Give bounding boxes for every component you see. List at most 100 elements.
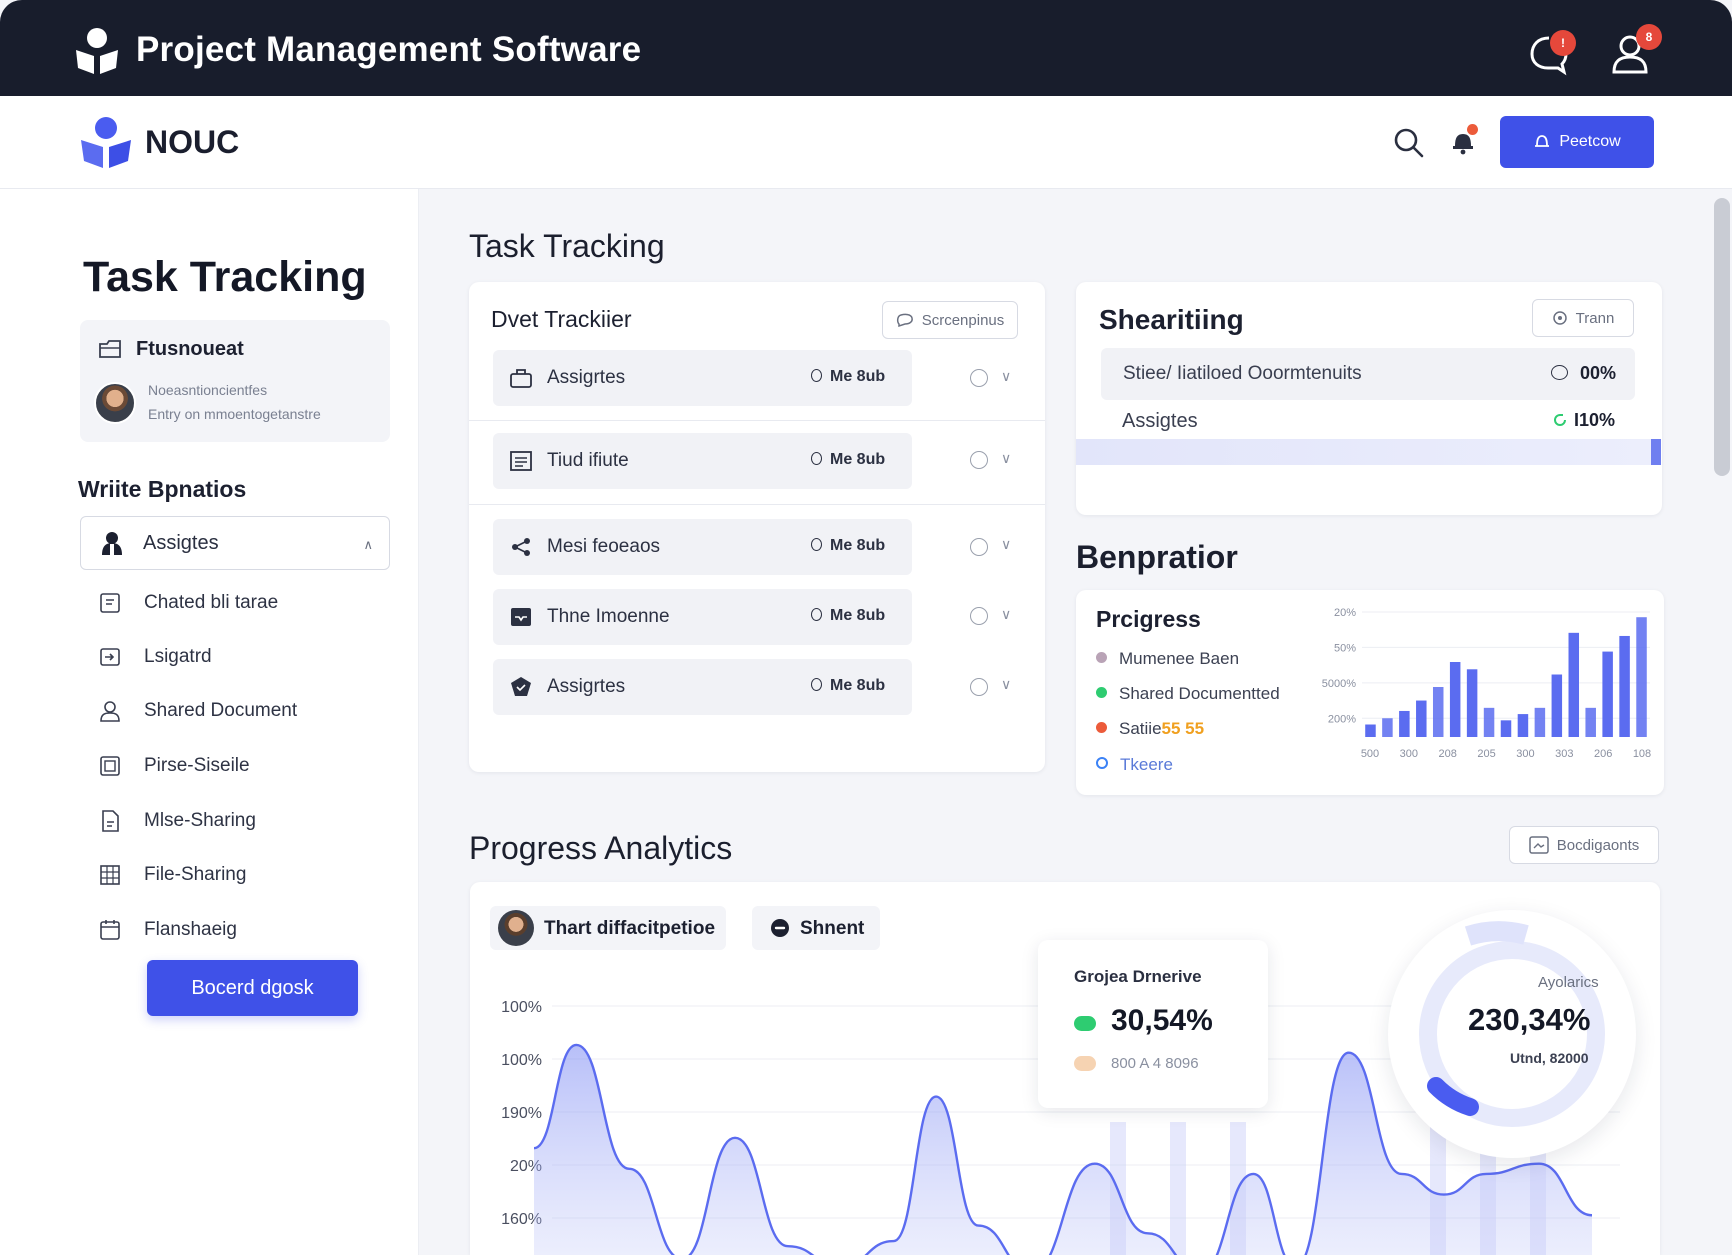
- task-row-radio[interactable]: [970, 451, 988, 469]
- assignee-select-value: Assigtes: [143, 532, 219, 554]
- tracker-filter-button[interactable]: Scrcenpinus: [882, 301, 1018, 339]
- app-logo-icon: [76, 28, 118, 74]
- bar: [1382, 718, 1393, 737]
- sidebar-item-chat[interactable]: Chated bli tarae: [96, 583, 396, 623]
- bar-x-tick-label: 208: [1439, 748, 1457, 760]
- sharing-row[interactable]: Stiee/ Iiatiloed Ooormtenuits 00%: [1101, 348, 1635, 400]
- legend-highlight: 55 55: [1161, 719, 1205, 738]
- sidebar-item-shared-document[interactable]: Shared Document: [96, 691, 396, 731]
- sidebar-item-label: Mlse-Sharing: [144, 810, 256, 831]
- person-icon: [102, 532, 122, 555]
- chevron-down-icon[interactable]: ∨: [1001, 676, 1011, 693]
- image-icon: [100, 756, 120, 776]
- legend-label: Mumenee Baen: [1119, 649, 1240, 668]
- bar: [1619, 635, 1630, 737]
- legend-item: Tkeere: [1096, 755, 1173, 775]
- task-row[interactable]: Assigrtes Me 8ub: [493, 659, 912, 715]
- task-row-radio[interactable]: [970, 678, 988, 696]
- assignee-select[interactable]: Assigtes ∧: [80, 516, 390, 570]
- sharing-filter-label: Trann: [1575, 309, 1615, 327]
- tracker-title: Dvet Trackiier: [491, 306, 632, 332]
- analytics-chip-share[interactable]: Shnent: [752, 906, 880, 950]
- bar: [1399, 710, 1410, 737]
- task-row-label: Assigrtes: [547, 676, 626, 697]
- sidebar-item-flanshaeig[interactable]: Flanshaeig: [96, 910, 396, 950]
- bar-y-tick-label: 50%: [1334, 642, 1356, 654]
- image-icon: [1528, 836, 1549, 854]
- task-row[interactable]: Thne Imoenne Me 8ub: [493, 589, 912, 645]
- bar-y-tick-label: 200%: [1328, 713, 1356, 725]
- sharing-title: Shearitiing: [1099, 304, 1244, 335]
- search-icon[interactable]: [1392, 126, 1426, 160]
- notifications-button[interactable]: !: [1524, 28, 1576, 78]
- brand-logo-icon: [81, 117, 131, 168]
- analytics-chip-label: Thart diffacitpetioe: [544, 918, 716, 939]
- area-y-tick-label: 100%: [501, 1052, 542, 1069]
- chevron-down-icon[interactable]: ∨: [1001, 536, 1011, 553]
- avatar: [94, 382, 136, 424]
- bar-x-tick-label: 300: [1400, 748, 1418, 760]
- top-header: NOUC Рeetcow: [0, 96, 1732, 189]
- title-bar: Project Management Software ! 8: [0, 0, 1732, 96]
- task-row-radio[interactable]: [970, 369, 988, 387]
- bar: [1568, 632, 1580, 737]
- bell-button[interactable]: [1446, 124, 1480, 158]
- sidebar-item-login[interactable]: Lsigatrd: [96, 637, 396, 677]
- chevron-down-icon[interactable]: ∨: [1001, 450, 1011, 467]
- user-menu-button[interactable]: 8: [1608, 24, 1662, 78]
- profile-card-title: Ftusnoueat: [136, 338, 244, 360]
- task-row-radio[interactable]: [970, 607, 988, 625]
- document-icon: [102, 810, 119, 832]
- legend-dot: [1096, 757, 1108, 769]
- task-row-label: Mesi feoeaos: [547, 536, 661, 557]
- row-divider: [469, 504, 1045, 505]
- sharing-row2-label: Assigtes: [1122, 410, 1198, 432]
- bar: [1466, 669, 1478, 737]
- legend-dot: [1096, 652, 1107, 663]
- sidebar-item-file-sharing[interactable]: File-Sharing: [96, 855, 396, 895]
- sharing-row2-value: I10%: [1574, 410, 1616, 430]
- sharing-filter-button[interactable]: Trann: [1532, 299, 1634, 337]
- task-row[interactable]: Mesi feoeaos Me 8ub: [493, 519, 912, 575]
- task-row[interactable]: Assigrtes Me 8ub: [493, 350, 912, 406]
- bell-badge-dot: [1467, 124, 1478, 135]
- donut-top-segment: [1464, 921, 1529, 946]
- sidebar-item-label: Pirse-Siseile: [144, 755, 250, 776]
- legend-dot: [1096, 687, 1107, 698]
- bar: [1500, 720, 1512, 737]
- task-row[interactable]: Tiud ifiute Me 8ub: [493, 433, 912, 489]
- sidebar-cta-button[interactable]: Bocerd dgosk: [147, 960, 358, 1016]
- donut-label: Ayolarics: [1538, 974, 1599, 991]
- chat-outline-icon: [896, 313, 913, 328]
- analytics-action-button[interactable]: Bocdigaonts: [1509, 826, 1659, 864]
- sidebar-item-sharing[interactable]: Mlse-Sharing: [96, 801, 396, 841]
- stat-card-sub: 800 A 4 8096: [1111, 1055, 1199, 1072]
- vertical-scrollbar[interactable]: [1714, 198, 1730, 476]
- bar: [1534, 707, 1546, 737]
- analytics-chip-user[interactable]: Thart diffacitpetioe: [490, 906, 726, 950]
- inbox-icon: [511, 608, 531, 626]
- task-row-label: Assigrtes: [547, 367, 626, 388]
- legend-item: Satiie55 55: [1096, 719, 1204, 739]
- shield-icon: [511, 677, 531, 696]
- bar-x-tick-label: 303: [1555, 748, 1573, 760]
- task-row-meta: Me 8ub: [811, 607, 885, 625]
- sidebar-item-label: Lsigatrd: [144, 646, 212, 667]
- chevron-down-icon[interactable]: ∨: [1001, 606, 1011, 623]
- bell-outline-icon: [1535, 135, 1550, 147]
- user-badge: 8: [1636, 24, 1662, 50]
- donut-sub: Utnd, 82000: [1510, 1050, 1589, 1066]
- bar: [1602, 651, 1613, 737]
- app-title: Project Management Software: [136, 30, 642, 69]
- user-icon: [100, 701, 120, 722]
- sidebar-item-image[interactable]: Pirse-Siseile: [96, 746, 396, 786]
- header-action-button[interactable]: Рeetcow: [1500, 116, 1654, 168]
- task-row-radio[interactable]: [970, 538, 988, 556]
- chevron-down-icon[interactable]: ∨: [1001, 368, 1011, 385]
- bar: [1416, 700, 1427, 737]
- profile-card[interactable]: Ftusnoueat Noeasntioncientfes Entry on m…: [80, 320, 390, 442]
- task-row-label: Thne Imoenne: [547, 606, 670, 627]
- bar: [1483, 707, 1495, 737]
- notification-badge: !: [1550, 30, 1576, 56]
- sidebar-item-label: Flanshaeig: [144, 919, 237, 940]
